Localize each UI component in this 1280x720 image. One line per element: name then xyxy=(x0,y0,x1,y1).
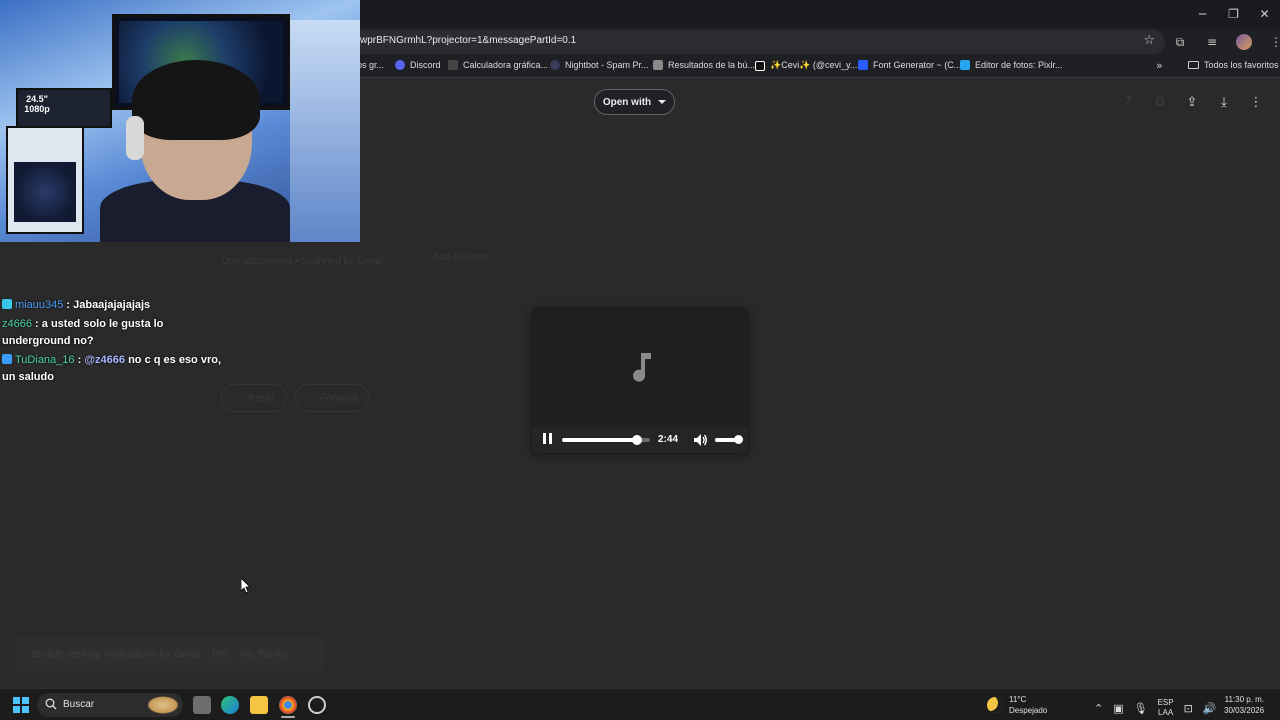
chat-mention: @z4666 xyxy=(84,354,126,366)
extensions-icon[interactable]: ⧉ xyxy=(1170,32,1190,52)
notification-toast: Enable desktop notifications for Gmail. … xyxy=(16,638,324,672)
player-controls: 2:44 xyxy=(532,427,748,453)
start-button[interactable] xyxy=(13,697,29,713)
taskbar-clock[interactable]: 11:30 p. m. 30/03/2026 xyxy=(1224,694,1264,716)
bookmark-item[interactable]: os gr... xyxy=(357,60,384,70)
language-indicator[interactable]: ESP LAA xyxy=(1158,698,1174,718)
system-tray: ⌃ ▣ 🎙 ESP LAA ⊡ 🔊 xyxy=(1094,698,1217,718)
bookmark-item[interactable]: Resultados de la bú... xyxy=(653,60,755,70)
stream-chat: miauu345 : Jabaajajajajajs z4666 : a ust… xyxy=(2,297,232,388)
attachment-info: One attachment • Scanned by Gmail ⓘ xyxy=(221,256,396,267)
taskbar-search[interactable]: Buscar xyxy=(37,693,183,717)
more-options-icon[interactable]: ⋮ xyxy=(1246,92,1266,112)
add-to-drive-text: Add to Drive xyxy=(433,252,489,263)
weather-widget[interactable]: 11°C Despejado xyxy=(987,694,1047,716)
help-icon: ? xyxy=(1124,94,1132,110)
webcam-background-shelf xyxy=(290,20,360,242)
webcam-overlay: 24.5" 1080p xyxy=(0,0,360,242)
microphone-icon[interactable]: 🎙 xyxy=(1134,702,1148,715)
bookmark-item[interactable]: ✨Cevi✨ (@cevi_y... xyxy=(755,60,857,71)
close-button[interactable]: ✕ xyxy=(1249,0,1280,28)
window-controls: ─ ❐ ✕ xyxy=(1187,0,1280,28)
chat-username: TuDiana_16 xyxy=(15,354,75,366)
moon-icon xyxy=(987,697,1003,713)
nightbot-icon xyxy=(550,60,560,70)
chat-badge-icon xyxy=(2,299,12,309)
media-controls-icon[interactable]: ≡ xyxy=(1202,32,1222,52)
bookmark-item[interactable]: Font Generator ~ (C... xyxy=(858,60,961,70)
seek-slider[interactable] xyxy=(562,435,650,445)
pause-button[interactable] xyxy=(541,433,553,445)
webcam-headphones xyxy=(126,116,144,160)
chat-message: TuDiana_16 : @z4666 no c q es eso vro, u… xyxy=(2,354,221,383)
speaker-icon[interactable]: 🔊 xyxy=(1203,702,1217,715)
music-note-icon xyxy=(633,353,651,382)
webcam-pc-case xyxy=(6,126,84,234)
profile-avatar[interactable] xyxy=(1234,32,1254,52)
chat-message: z4666 : a usted solo le gusta lo undergr… xyxy=(2,316,232,350)
dropdown-caret-icon xyxy=(658,100,667,104)
bookmark-item[interactable]: Editor de fotos: Pixlr... xyxy=(960,60,1063,70)
windows-taskbar: Buscar 11°C Despejado ⌃ ▣ 🎙 ESP LAA ⊡ 🔊 … xyxy=(0,688,1280,720)
bookmark-item[interactable]: Nightbot - Spam Pr... xyxy=(550,60,649,70)
url-text[interactable]: wprBFNGrmhL?projector=1&messagePartId=0.… xyxy=(360,35,576,46)
bookmark-star-icon[interactable]: ☆ xyxy=(1143,33,1155,48)
file-explorer-icon[interactable] xyxy=(250,696,268,714)
bookmark-item[interactable]: Calculadora gráfica... xyxy=(448,60,548,70)
pixlr-icon xyxy=(960,60,970,70)
chat-badge-icon xyxy=(2,354,12,364)
settings-icon: ⚙ xyxy=(1154,94,1166,110)
seek-progress xyxy=(562,438,637,442)
bookmark-item[interactable]: Discord xyxy=(395,60,441,70)
open-with-button[interactable]: Open with xyxy=(594,89,675,115)
search-results-icon xyxy=(653,60,663,70)
add-to-drive-icon[interactable]: ⇪ xyxy=(1182,92,1202,112)
webcam-person-hair xyxy=(132,60,260,140)
show-hidden-icons-chevron-icon[interactable]: ⌃ xyxy=(1094,702,1103,715)
browser-menu-icon[interactable]: ⋮ xyxy=(1266,32,1280,52)
chat-text: : Jabaajajajajajs xyxy=(66,299,151,311)
volume-icon[interactable] xyxy=(692,432,708,448)
search-highlight-icon xyxy=(147,696,179,714)
volume-thumb[interactable] xyxy=(734,435,743,444)
edge-icon[interactable] xyxy=(221,696,239,714)
chat-username: z4666 xyxy=(2,318,32,330)
task-view-icon[interactable] xyxy=(193,696,211,714)
calculator-icon xyxy=(448,60,458,70)
mouse-cursor-icon xyxy=(241,578,251,594)
discord-icon xyxy=(395,60,405,70)
seek-thumb[interactable] xyxy=(631,435,642,445)
chrome-icon[interactable] xyxy=(279,696,297,714)
download-icon[interactable]: ⤓ xyxy=(1214,92,1234,112)
chat-message: miauu345 : Jabaajajajajajs xyxy=(2,297,232,314)
folder-icon xyxy=(1188,61,1199,69)
more-bookmarks-chevron-icon[interactable]: » xyxy=(1156,59,1163,72)
webcam-monitor-box: 24.5" 1080p xyxy=(16,88,112,128)
audio-player[interactable]: 2:44 xyxy=(532,307,748,453)
font-generator-icon xyxy=(858,60,868,70)
address-bar[interactable]: wprBFNGrmhL?projector=1&messagePartId=0.… xyxy=(340,30,1165,54)
app-icon[interactable] xyxy=(308,696,326,714)
chat-username: miauu345 xyxy=(15,299,64,311)
toolbar-icons: ⧉ ≡ ⋮ xyxy=(1170,32,1280,52)
viewer-tools: ? ⚙ ⇪ ⤓ ⋮ xyxy=(1118,92,1266,112)
all-bookmarks-folder[interactable]: Todos los favoritos xyxy=(1188,60,1279,70)
network-icon[interactable]: ⊡ xyxy=(1184,702,1193,715)
minimize-button[interactable]: ─ xyxy=(1187,0,1218,28)
tiktok-icon xyxy=(755,60,765,71)
playback-time: 2:44 xyxy=(658,434,679,445)
search-icon xyxy=(45,698,57,710)
audio-artwork xyxy=(532,307,748,427)
volume-slider[interactable] xyxy=(715,435,743,444)
tray-app-icon[interactable]: ▣ xyxy=(1113,702,1123,715)
active-app-indicator xyxy=(281,716,295,718)
restore-button[interactable]: ❐ xyxy=(1218,0,1249,28)
